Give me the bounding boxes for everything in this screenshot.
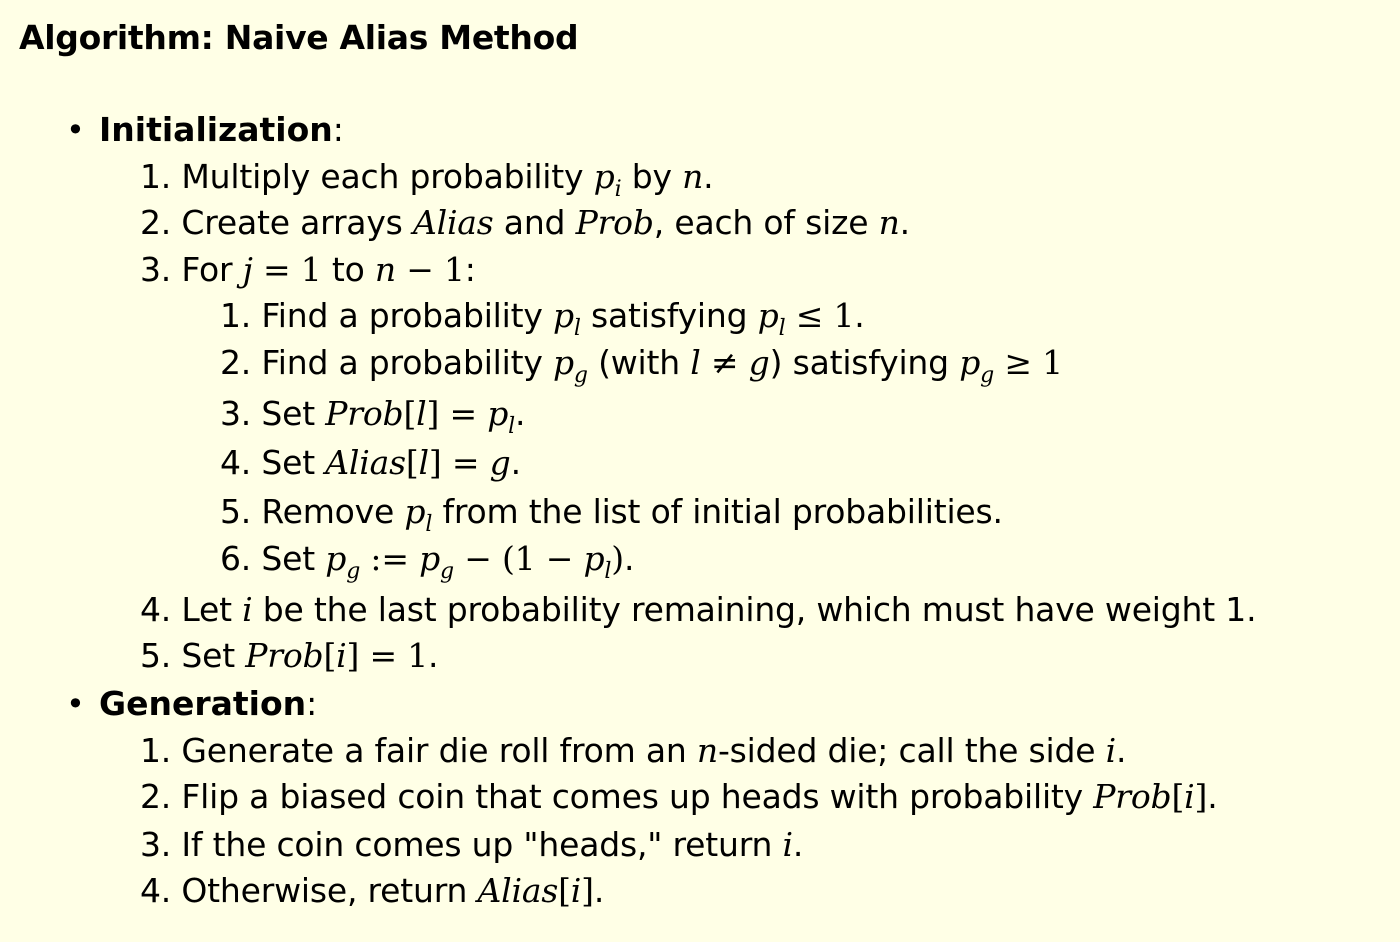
- init-substep-5: 5. Remove pl from the list of initial pr…: [220, 492, 1003, 537]
- init-substep-3: 3. Set Prob[l] = pl.: [220, 394, 526, 439]
- step-number: 2.: [220, 343, 252, 382]
- step-number: 4.: [140, 590, 172, 629]
- step-number: 1.: [140, 157, 172, 196]
- step-number: 1.: [220, 296, 252, 335]
- step-number: 1.: [140, 731, 172, 770]
- step-number: 3.: [220, 394, 252, 433]
- section-heading: Initialization: [99, 110, 333, 149]
- gen-step-1: 1. Generate a fair die roll from an n-si…: [140, 731, 1127, 770]
- step-number: 5.: [140, 636, 172, 675]
- gen-step-3: 3. If the coin comes up "heads," return …: [140, 825, 804, 864]
- gen-step-4: 4. Otherwise, return Alias[i].: [140, 871, 605, 910]
- page-title: Algorithm: Naive Alias Method: [19, 18, 579, 57]
- init-substep-1: 1. Find a probability pl satisfying pl ≤…: [220, 296, 865, 341]
- bullet-icon: •: [66, 685, 85, 723]
- step-number: 3.: [140, 250, 172, 289]
- section-heading: Generation: [99, 684, 307, 723]
- bullet-icon: •: [66, 111, 85, 149]
- init-step-3: 3. For j = 1 to n − 1:: [140, 250, 476, 289]
- step-number: 4.: [140, 871, 172, 910]
- step-number: 5.: [220, 492, 252, 531]
- algorithm-page: Algorithm: Naive Alias Method • Initiali…: [0, 0, 1400, 942]
- step-number: 4.: [220, 443, 252, 482]
- init-step-2: 2. Create arrays Alias and Prob, each of…: [140, 203, 910, 242]
- step-number: 2.: [140, 777, 172, 816]
- step-number: 2.: [140, 203, 172, 242]
- init-substep-6: 6. Set pg := pg − (1 − pl).: [220, 539, 635, 584]
- gen-step-2: 2. Flip a biased coin that comes up head…: [140, 777, 1218, 816]
- init-substep-2: 2. Find a probability pg (with l ≠ g) sa…: [220, 343, 1063, 388]
- step-number: 6.: [220, 539, 252, 578]
- init-substep-4: 4. Set Alias[l] = g.: [220, 443, 521, 482]
- step-number: 3.: [140, 825, 172, 864]
- init-step-4: 4. Let i be the last probability remaini…: [140, 590, 1257, 629]
- init-step-5: 5. Set Prob[i] = 1.: [140, 636, 439, 675]
